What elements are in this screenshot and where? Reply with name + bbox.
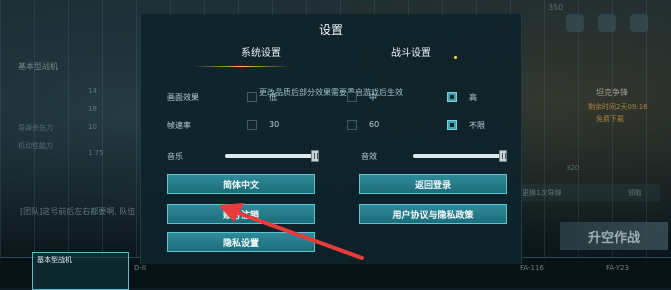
- promo-title: 坦克争锋: [596, 88, 628, 97]
- language-button[interactable]: 简体中文: [167, 174, 315, 194]
- stat-value: 18: [88, 105, 97, 113]
- framerate-label: 帧速率: [167, 121, 191, 130]
- tab-system-settings[interactable]: 系统设置: [241, 44, 281, 59]
- framerate-60-checkbox[interactable]: [347, 120, 357, 130]
- quality-low-label: 低: [269, 93, 277, 102]
- aircraft-name: 基本型战机: [18, 62, 58, 71]
- stat-value: 14: [88, 87, 97, 95]
- quality-high-checkbox[interactable]: [447, 92, 457, 102]
- shop-icon[interactable]: [598, 14, 616, 32]
- music-volume-handle[interactable]: [311, 150, 319, 162]
- dialog-title: 设置: [318, 23, 343, 37]
- tab-battle-settings[interactable]: 战斗设置: [391, 44, 431, 59]
- quality-label: 画面效果: [167, 93, 199, 102]
- aircraft-label: D-II: [134, 264, 147, 272]
- top-currency-value: 350: [548, 3, 564, 12]
- missile-swap-button[interactable]: 更换1次导弹 领取: [512, 184, 660, 202]
- quality-high-label: 高: [469, 93, 477, 102]
- agreement-button[interactable]: 用户协议与隐私政策: [359, 204, 507, 224]
- effects-volume-handle[interactable]: [499, 150, 507, 162]
- aircraft-label: FA-Y23: [606, 264, 629, 272]
- chat-message[interactable]: [团队]这号前后左右都要啊, 队伍: [20, 206, 135, 217]
- tank-promo-card[interactable]: 坦克争锋 剩余时间2天09:16 免费下载: [574, 84, 664, 124]
- framerate-30-checkbox[interactable]: [247, 120, 257, 130]
- mail-icon[interactable]: [566, 14, 584, 32]
- stat-value: 1.75: [88, 149, 104, 157]
- stat-label: 机动性能力: [18, 142, 53, 150]
- promo-download: 免费下载: [596, 115, 624, 123]
- framerate-60-label: 60: [369, 120, 380, 129]
- stat-label: 导弹杀伤力: [18, 124, 53, 132]
- aircraft-stats-panel: 基本型战机 14 18 导弹杀伤力 10 机动性能力 1.75: [0, 55, 120, 165]
- aircraft-label: FA-116: [520, 264, 544, 272]
- score-value: 320: [566, 164, 580, 172]
- missile-swap-label: 更换1次导弹: [522, 189, 562, 197]
- active-tab-underline: [193, 66, 291, 67]
- tab-notification-dot: [454, 56, 457, 59]
- quality-low-checkbox[interactable]: [247, 92, 257, 102]
- claim-label: 领取: [628, 189, 642, 197]
- effects-volume-slider[interactable]: [413, 154, 503, 158]
- privacy-settings-button[interactable]: 隐私设置: [167, 232, 315, 252]
- cancel-account-button[interactable]: 账号注销: [167, 204, 315, 224]
- framerate-unlimited-label: 不限: [469, 121, 485, 130]
- selected-aircraft-slot[interactable]: 基本型战机: [32, 252, 129, 290]
- promo-timer: 剩余时间2天09:16: [588, 103, 648, 111]
- music-volume-slider[interactable]: [225, 154, 315, 158]
- event-icon[interactable]: [630, 14, 648, 32]
- selected-aircraft-name: 基本型战机: [37, 256, 72, 264]
- launch-battle-button[interactable]: 升空作战: [560, 222, 668, 250]
- framerate-unlimited-checkbox[interactable]: [447, 120, 457, 130]
- relogin-button[interactable]: 返回登录: [359, 174, 507, 194]
- stat-value: 10: [88, 123, 97, 131]
- quality-mid-checkbox[interactable]: [347, 92, 357, 102]
- settings-dialog: 设置 系统设置 战斗设置 更改品质后部分效果需要重启游戏后生效 画面效果 低 中…: [140, 14, 522, 264]
- effects-label: 音效: [361, 152, 377, 161]
- music-label: 音乐: [167, 152, 183, 161]
- quality-mid-label: 中: [369, 93, 377, 102]
- framerate-30-label: 30: [269, 120, 280, 129]
